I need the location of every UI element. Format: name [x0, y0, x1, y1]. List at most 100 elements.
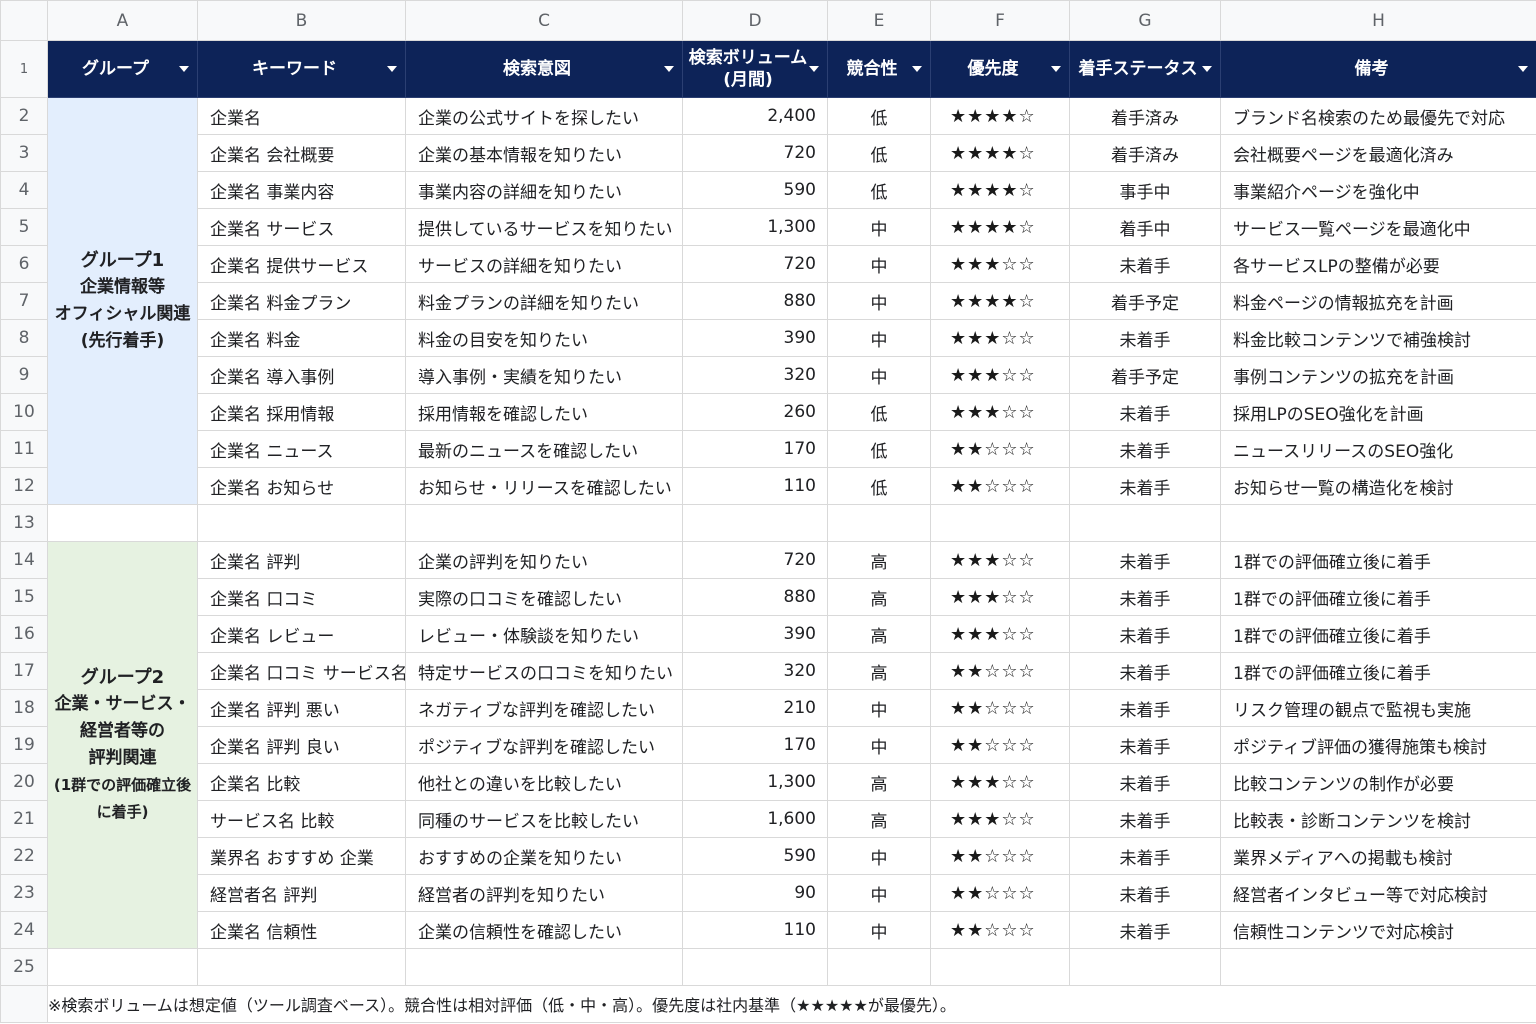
keyword-cell[interactable]: 経営者名 評判	[197, 874, 406, 912]
competition-cell[interactable]: 低	[827, 393, 931, 431]
note-cell[interactable]: 信頼性コンテンツで対応検討	[1220, 911, 1536, 949]
header-priority[interactable]: 優先度	[930, 40, 1070, 98]
status-cell[interactable]: 未着手	[1069, 837, 1221, 875]
row-number[interactable]: 20	[0, 763, 48, 801]
cell-a[interactable]	[47, 948, 198, 986]
column-header-b[interactable]: B	[197, 0, 406, 41]
competition-cell[interactable]: 中	[827, 837, 931, 875]
note-cell[interactable]	[1220, 504, 1536, 542]
note-cell[interactable]: 1群での評価確立後に着手	[1220, 652, 1536, 690]
filter-dropdown-icon[interactable]	[664, 66, 674, 72]
intent-cell[interactable]: 提供しているサービスを知りたい	[405, 208, 683, 246]
intent-cell[interactable]: 他社との違いを比較したい	[405, 763, 683, 801]
filter-dropdown-icon[interactable]	[912, 66, 922, 72]
row-number[interactable]: 19	[0, 726, 48, 764]
row-number[interactable]: 1	[0, 40, 48, 98]
priority-cell[interactable]: ★★★☆☆	[930, 615, 1070, 653]
keyword-cell[interactable]: 企業名 評判 悪い	[197, 689, 406, 727]
intent-cell[interactable]: 経営者の評判を知りたい	[405, 874, 683, 912]
competition-cell[interactable]: 中	[827, 911, 931, 949]
volume-cell[interactable]: 320	[682, 356, 828, 394]
volume-cell[interactable]: 210	[682, 689, 828, 727]
status-cell[interactable]: 未着手	[1069, 541, 1221, 579]
row-number[interactable]: 7	[0, 282, 48, 320]
note-cell[interactable]: 1群での評価確立後に着手	[1220, 541, 1536, 579]
header-group[interactable]: グループ	[47, 40, 198, 98]
volume-cell[interactable]: 110	[682, 911, 828, 949]
row-number[interactable]: 6	[0, 245, 48, 283]
status-cell[interactable]: 未着手	[1069, 689, 1221, 727]
intent-cell[interactable]: レビュー・体験談を知りたい	[405, 615, 683, 653]
volume-cell[interactable]: 320	[682, 652, 828, 690]
intent-cell[interactable]	[405, 504, 683, 542]
intent-cell[interactable]: 企業の評判を知りたい	[405, 541, 683, 579]
status-cell[interactable]: 未着手	[1069, 726, 1221, 764]
volume-cell[interactable]: 590	[682, 171, 828, 209]
keyword-cell[interactable]: 企業名 会社概要	[197, 134, 406, 172]
volume-cell[interactable]: 170	[682, 430, 828, 468]
status-cell[interactable]: 未着手	[1069, 652, 1221, 690]
competition-cell[interactable]: 低	[827, 171, 931, 209]
status-cell[interactable]: 未着手	[1069, 615, 1221, 653]
competition-cell[interactable]: 高	[827, 578, 931, 616]
volume-cell[interactable]: 590	[682, 837, 828, 875]
keyword-cell[interactable]: 業界名 おすすめ 企業	[197, 837, 406, 875]
filter-dropdown-icon[interactable]	[1202, 66, 1212, 72]
row-number[interactable]: 24	[0, 911, 48, 949]
column-header-a[interactable]: A	[47, 0, 198, 41]
row-number[interactable]: 4	[0, 171, 48, 209]
intent-cell[interactable]: 企業の基本情報を知りたい	[405, 134, 683, 172]
priority-cell[interactable]: ★★★☆☆	[930, 393, 1070, 431]
intent-cell[interactable]: ネガティブな評判を確認したい	[405, 689, 683, 727]
competition-cell[interactable]: 中	[827, 282, 931, 320]
keyword-cell[interactable]	[197, 504, 406, 542]
intent-cell[interactable]: 事業内容の詳細を知りたい	[405, 171, 683, 209]
volume-cell[interactable]: 720	[682, 134, 828, 172]
volume-cell[interactable]: 110	[682, 467, 828, 505]
priority-cell[interactable]: ★★★☆☆	[930, 578, 1070, 616]
competition-cell[interactable]	[827, 948, 931, 986]
intent-cell[interactable]: 企業の公式サイトを探したい	[405, 97, 683, 135]
note-cell[interactable]: 比較コンテンツの制作が必要	[1220, 763, 1536, 801]
note-cell[interactable]: 1群での評価確立後に着手	[1220, 615, 1536, 653]
priority-cell[interactable]: ★★☆☆☆	[930, 467, 1070, 505]
status-cell[interactable]: 着手中	[1069, 208, 1221, 246]
competition-cell[interactable]	[827, 504, 931, 542]
keyword-cell[interactable]: 企業名 提供サービス	[197, 245, 406, 283]
row-number[interactable]: 12	[0, 467, 48, 505]
row-number[interactable]	[0, 985, 48, 1023]
keyword-cell[interactable]: 企業名 ニュース	[197, 430, 406, 468]
competition-cell[interactable]: 低	[827, 134, 931, 172]
volume-cell[interactable]: 260	[682, 393, 828, 431]
cell-a[interactable]	[47, 504, 198, 542]
status-cell[interactable]: 未着手	[1069, 800, 1221, 838]
intent-cell[interactable]: 特定サービスの口コミを知りたい	[405, 652, 683, 690]
status-cell[interactable]	[1069, 948, 1221, 986]
header-status[interactable]: 着手ステータス	[1069, 40, 1221, 98]
priority-cell[interactable]: ★★★☆☆	[930, 800, 1070, 838]
priority-cell[interactable]: ★★★★☆	[930, 282, 1070, 320]
filter-dropdown-icon[interactable]	[1051, 66, 1061, 72]
priority-cell[interactable]: ★★☆☆☆	[930, 874, 1070, 912]
note-cell[interactable]: 経営者インタビュー等で対応検討	[1220, 874, 1536, 912]
header-volume[interactable]: 検索ボリューム (月間)	[682, 40, 828, 98]
keyword-cell[interactable]	[197, 948, 406, 986]
row-number[interactable]: 16	[0, 615, 48, 653]
row-number[interactable]: 25	[0, 948, 48, 986]
intent-cell[interactable]: おすすめの企業を知りたい	[405, 837, 683, 875]
status-cell[interactable]: 未着手	[1069, 467, 1221, 505]
row-number[interactable]: 21	[0, 800, 48, 838]
priority-cell[interactable]: ★★★☆☆	[930, 541, 1070, 579]
status-cell[interactable]: 未着手	[1069, 430, 1221, 468]
row-number[interactable]: 13	[0, 504, 48, 542]
priority-cell[interactable]: ★★☆☆☆	[930, 726, 1070, 764]
priority-cell[interactable]: ★★★★☆	[930, 134, 1070, 172]
note-cell[interactable]: ブランド名検索のため最優先で対応	[1220, 97, 1536, 135]
keyword-cell[interactable]: 企業名 事業内容	[197, 171, 406, 209]
intent-cell[interactable]: お知らせ・リリースを確認したい	[405, 467, 683, 505]
status-cell[interactable]: 事手中	[1069, 171, 1221, 209]
priority-cell[interactable]: ★★★☆☆	[930, 319, 1070, 357]
row-number[interactable]: 2	[0, 97, 48, 135]
priority-cell[interactable]: ★★☆☆☆	[930, 430, 1070, 468]
competition-cell[interactable]: 中	[827, 319, 931, 357]
